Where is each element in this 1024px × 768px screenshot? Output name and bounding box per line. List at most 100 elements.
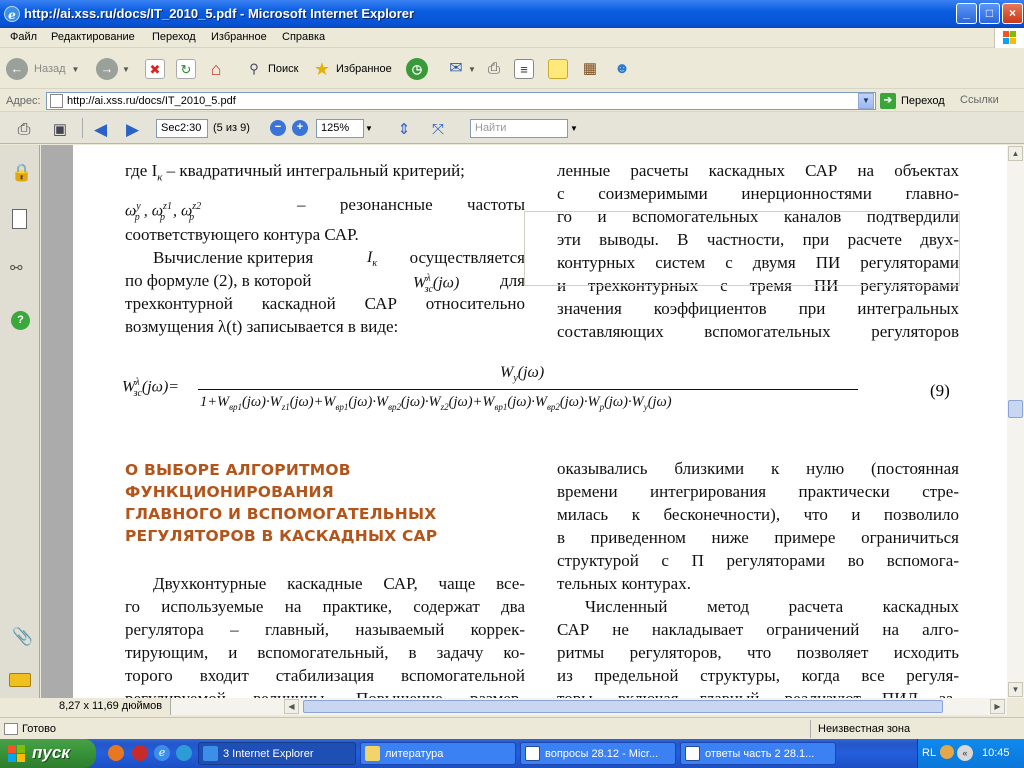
mail-button[interactable]: ✉ ▼ xyxy=(446,55,476,83)
maximize-button[interactable]: □ xyxy=(979,3,1000,24)
resonance-text: – резонансные частоты xyxy=(297,195,525,215)
zoom-chevron-down-icon[interactable]: ▼ xyxy=(365,124,373,133)
tray-icon[interactable] xyxy=(940,745,954,759)
minimize-button[interactable]: _ xyxy=(956,3,977,24)
menu-edit[interactable]: Редактирование xyxy=(51,31,135,43)
address-label: Адрес: xyxy=(6,95,41,107)
chevron-down-icon: ▼ xyxy=(122,64,130,74)
window-title: http://ai.xss.ru/docs/IT_2010_5.pdf - Mi… xyxy=(24,6,415,21)
scroll-left-icon[interactable]: ◀ xyxy=(284,699,299,714)
clock: 10:45 xyxy=(982,747,1010,759)
home-button[interactable]: ⌂ xyxy=(206,55,226,83)
address-input[interactable]: http://ai.xss.ru/docs/IT_2010_5.pdf xyxy=(46,92,876,110)
vertical-scrollbar[interactable]: ▲ ▼ xyxy=(1007,145,1024,698)
binoculars-icon[interactable]: ⚯ xyxy=(10,259,23,277)
stop-button[interactable]: ✖ xyxy=(145,55,165,83)
search-button[interactable]: ⚲ Поиск xyxy=(244,55,298,83)
text-line: структурой с П регуляторами во вспомога- xyxy=(557,551,959,570)
pages-icon[interactable] xyxy=(12,209,27,229)
links-button[interactable]: Ссылки xyxy=(960,94,999,106)
formula-denominator: 1+Wвр1(jω)·Wz1(jω)+Wвр1(jω)·Wвр2(jω)·Wz2… xyxy=(200,394,672,412)
favorites-button[interactable]: ★ Избранное xyxy=(312,55,392,83)
heading-line: ГЛАВНОГО И ВСПОМОГАТЕЛЬНЫХ xyxy=(125,505,437,523)
menu-favorites[interactable]: Избранное xyxy=(211,31,267,43)
text-line: Двухконтурные каскадные САР, чаще все- xyxy=(153,574,525,593)
text-line: с соизмеримыми инерционностями главно- xyxy=(557,184,959,203)
previous-page-icon[interactable]: ◀ xyxy=(94,120,107,140)
attachment-icon[interactable]: 📎 xyxy=(12,627,33,647)
title-bar: e http://ai.xss.ru/docs/IT_2010_5.pdf - … xyxy=(0,0,1024,28)
page-number-input[interactable]: Sec2:30 xyxy=(156,119,208,138)
fit-page-icon[interactable]: ⤧ xyxy=(428,120,448,140)
scroll-right-icon[interactable]: ▶ xyxy=(990,699,1005,714)
history-button[interactable]: ◷ xyxy=(406,55,428,83)
scroll-down-icon[interactable]: ▼ xyxy=(1008,682,1023,697)
comments-icon[interactable] xyxy=(9,673,31,687)
text-line: САР не накладывает ограничений на алго- xyxy=(557,620,959,639)
zoom-out-icon[interactable]: − xyxy=(270,120,286,136)
forward-button[interactable]: → ▼ xyxy=(96,55,130,83)
zoom-input[interactable]: 125% xyxy=(316,119,364,138)
discuss-button[interactable] xyxy=(548,55,568,83)
note-icon xyxy=(548,59,568,79)
tray-arrow-icon[interactable]: « xyxy=(957,745,973,761)
text-line: значения коэффициентов при интегральных xyxy=(557,299,959,318)
ie-logo-icon: e xyxy=(4,6,20,22)
task-word-voprosy[interactable]: вопросы 28.12 - Micr... xyxy=(520,742,676,765)
task-internet-explorer[interactable]: 3 Internet Explorer xyxy=(198,742,356,765)
home-icon: ⌂ xyxy=(210,59,222,79)
ie-quicklaunch-icon[interactable]: e xyxy=(154,745,170,761)
find-input[interactable]: Найти xyxy=(470,119,568,138)
formula-numerator: Wy(jω) xyxy=(500,364,545,385)
firefox-icon[interactable] xyxy=(108,745,124,761)
pdf-navigation-panel: 🔒 ⚯ ? 📎 xyxy=(0,145,40,698)
zoom-in-icon[interactable]: + xyxy=(292,120,308,136)
heading-line: ФУНКЦИОНИРОВАНИЯ xyxy=(125,483,334,501)
task-word-otvety[interactable]: ответы часть 2 28.1... xyxy=(680,742,836,765)
status-bar: Готово Неизвестная зона xyxy=(0,717,1024,739)
omega-symbols: ωyp , ωz1p , ωz2p xyxy=(125,201,202,223)
address-dropdown-button[interactable]: ▼ xyxy=(858,93,874,109)
save-icon[interactable]: ▣ xyxy=(50,120,70,140)
text-line: тирующим, и вспомогательный, в задачу ко… xyxy=(125,643,525,662)
windows-logo-icon xyxy=(994,28,1024,48)
research-icon: ▦ xyxy=(582,60,598,77)
horizontal-scrollbar[interactable]: ◀ ▶ xyxy=(41,698,1007,715)
desktop-icon[interactable] xyxy=(176,745,192,761)
page-size-label: 8,27 x 11,69 дюймов xyxy=(41,698,171,715)
opera-icon[interactable] xyxy=(132,745,148,761)
go-button[interactable]: ➔ Переход xyxy=(880,92,954,110)
refresh-button[interactable]: ↻ xyxy=(176,55,196,83)
edit-button[interactable]: ≡ xyxy=(514,55,534,83)
back-button[interactable]: ← Назад ▼ xyxy=(6,55,79,83)
scroll-thumb[interactable] xyxy=(1008,400,1023,418)
find-chevron-down-icon[interactable]: ▼ xyxy=(570,124,578,133)
help-icon[interactable]: ? xyxy=(11,311,30,330)
next-page-icon[interactable]: ▶ xyxy=(126,120,139,140)
go-arrow-icon: ➔ xyxy=(880,93,896,109)
messenger-button[interactable]: ☻ xyxy=(612,55,632,83)
scroll-thumb-horizontal[interactable] xyxy=(303,700,943,713)
text-line: регулятора – главный, называемый коррек- xyxy=(125,620,525,639)
start-button[interactable]: пуск xyxy=(0,739,96,768)
close-button[interactable]: × xyxy=(1002,3,1023,24)
menu-file[interactable]: Файл xyxy=(10,31,37,43)
page-icon xyxy=(50,94,63,108)
paragraph: где Iк – квадратичный интегральный крите… xyxy=(125,161,465,184)
task-folder-literatura[interactable]: литература xyxy=(360,742,516,765)
menu-help[interactable]: Справка xyxy=(282,31,325,43)
fraction-line xyxy=(198,389,858,390)
research-button[interactable]: ▦ xyxy=(580,55,600,83)
scroll-up-icon[interactable]: ▲ xyxy=(1008,146,1023,161)
print-icon[interactable]: ⎙ xyxy=(14,120,34,140)
system-tray: RL « 10:45 xyxy=(917,739,1024,768)
lock-icon[interactable]: 🔒 xyxy=(11,163,32,183)
text-line: ленные расчеты каскадных САР на объектах xyxy=(557,161,959,180)
search-icon: ⚲ xyxy=(249,61,259,76)
menu-go[interactable]: Переход xyxy=(152,31,196,43)
fit-width-icon[interactable]: ⇕ xyxy=(394,120,414,140)
address-url: http://ai.xss.ru/docs/IT_2010_5.pdf xyxy=(67,95,236,107)
print-button[interactable]: ⎙ xyxy=(484,55,504,83)
language-indicator[interactable]: RL xyxy=(922,747,936,759)
heading-line: О ВЫБОРЕ АЛГОРИТМОВ xyxy=(125,461,351,479)
